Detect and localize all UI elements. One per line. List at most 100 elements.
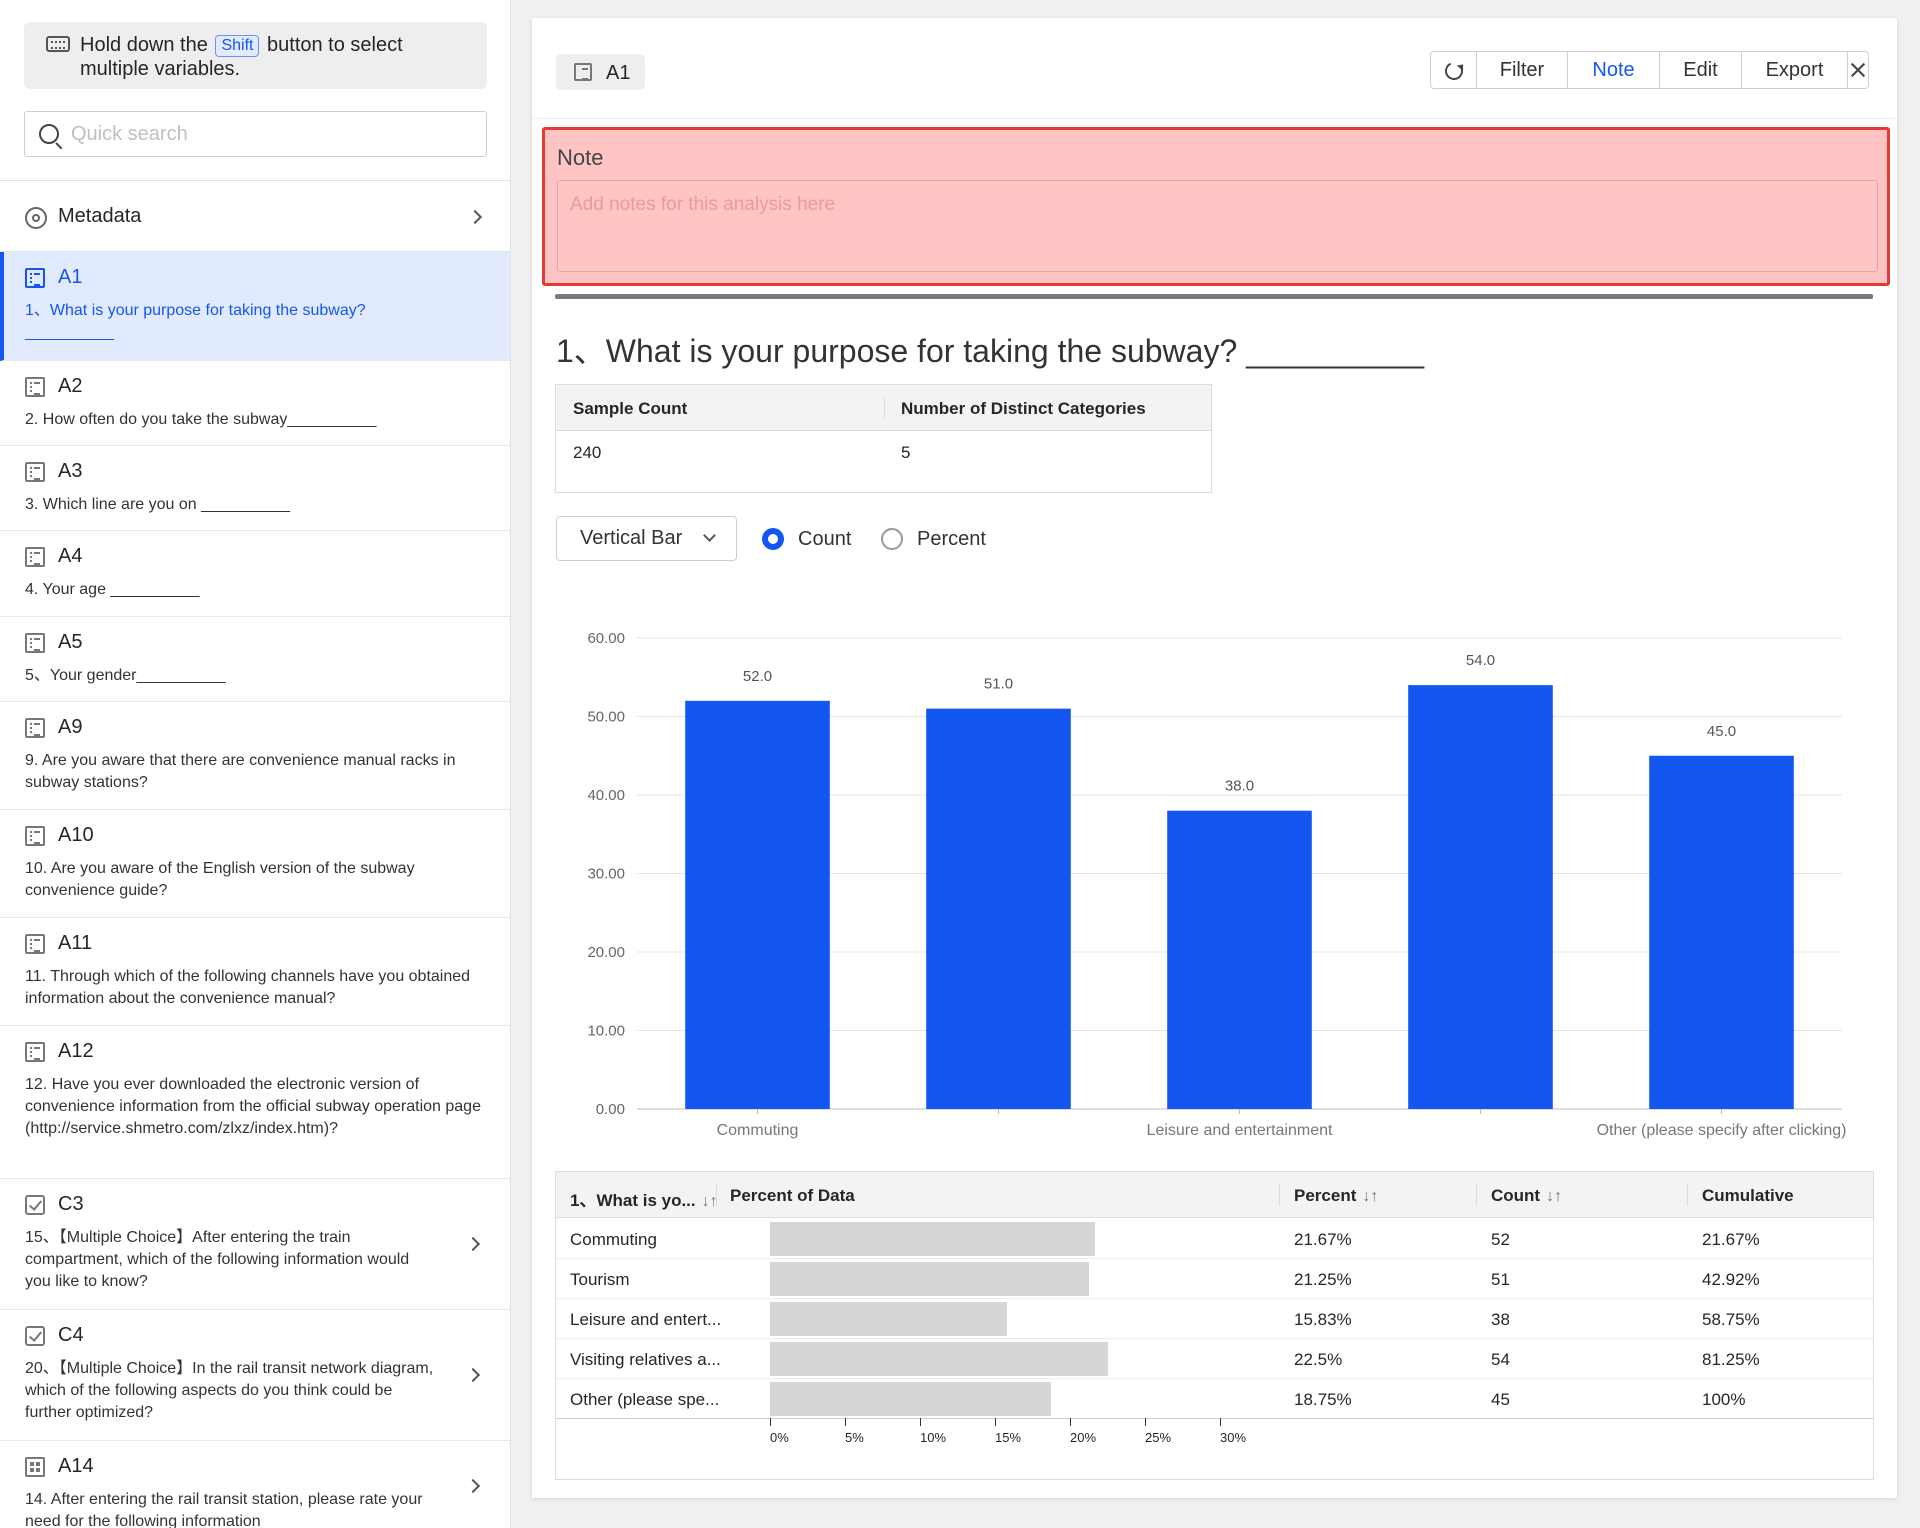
note-panel: Note (542, 127, 1890, 286)
variable-code: C4 (58, 1324, 84, 1346)
axis-tick (845, 1418, 846, 1426)
axis-tick (995, 1418, 996, 1426)
variable-question: 20、【Multiple Choice】In the rail transit … (25, 1360, 434, 1421)
freq-header-percent[interactable]: Percent ↓↑ (1294, 1186, 1378, 1206)
search-input[interactable] (71, 112, 471, 156)
bar (926, 708, 1071, 1109)
x-tick-label: Other (please specify after clicking) (1597, 1122, 1847, 1139)
percent-bar (770, 1382, 1052, 1416)
x-tick-label: Leisure and entertainment (1147, 1122, 1333, 1139)
close-icon (1850, 62, 1866, 78)
list-icon (574, 63, 592, 81)
checkbox-icon (25, 1195, 45, 1215)
list-icon (25, 826, 45, 846)
sort-icon: ↓↑ (1546, 1188, 1563, 1205)
variable-question: 1、What is your purpose for taking the su… (25, 302, 366, 341)
freq-header-count[interactable]: Count ↓↑ (1491, 1186, 1562, 1206)
list-icon (25, 1042, 45, 1062)
variable-list: A1 1、What is your purpose for taking the… (0, 252, 510, 1528)
axis-tick-label: 25% (1145, 1430, 1172, 1445)
close-button[interactable] (1848, 52, 1868, 88)
radio-count[interactable]: Count (762, 525, 851, 553)
edit-button[interactable]: Edit (1660, 52, 1742, 88)
variable-chip: A1 (556, 54, 645, 90)
percent-bar (770, 1342, 1108, 1376)
variable-question: 15、【Multiple Choice】After entering the t… (25, 1229, 410, 1290)
column-divider (884, 397, 885, 419)
variable-code: C3 (58, 1193, 84, 1215)
table-row[interactable]: Visiting relatives a... 22.5% 54 81.25% (556, 1339, 1873, 1379)
cell-count: 45 (1491, 1390, 1510, 1409)
frequency-table: 1、What is yo... ↓↑ Percent of Data Percen… (555, 1171, 1874, 1480)
note-textarea[interactable] (557, 180, 1878, 272)
question-title: 1、What is your purpose for taking the su… (556, 333, 1425, 369)
sidebar-item-a3[interactable]: A3 3. Which line are you on __________ (0, 446, 510, 531)
sidebar-item-a9[interactable]: A9 9. Are you aware that there are conve… (0, 702, 510, 810)
cell-count: 52 (1491, 1230, 1510, 1249)
list-icon (25, 718, 45, 738)
sidebar-item-a5[interactable]: A5 5、Your gender__________ (0, 617, 510, 702)
filter-button[interactable]: Filter (1477, 52, 1568, 88)
cell-category: Leisure and entert... (570, 1310, 722, 1329)
variable-code: A2 (58, 375, 83, 397)
freq-header-percent-label: Percent (1294, 1186, 1357, 1205)
variable-question: 5、Your gender__________ (25, 667, 226, 684)
sidebar-item-a1[interactable]: A1 1、What is your purpose for taking the… (0, 252, 510, 361)
shift-key-badge: Shift (215, 35, 260, 57)
list-icon (25, 462, 45, 482)
sidebar-item-a2[interactable]: A2 2. How often do you take the subway__… (0, 361, 510, 446)
sidebar-item-a4[interactable]: A4 4. Your age __________ (0, 531, 510, 617)
cell-cumulative: 42.92% (1702, 1270, 1760, 1289)
chevron-down-icon (703, 529, 716, 542)
sidebar-item-a12[interactable]: A12 12. Have you ever downloaded the ele… (0, 1026, 510, 1179)
refresh-button[interactable] (1431, 52, 1477, 88)
sidebar-item-a14[interactable]: A14 14. After entering the rail transit … (0, 1441, 510, 1528)
chevron-right-icon (465, 1367, 481, 1383)
cell-category: Commuting (570, 1230, 657, 1249)
column-divider (1476, 1184, 1477, 1206)
cell-count: 54 (1491, 1350, 1510, 1369)
bar (1408, 685, 1553, 1109)
summary-stats-table: Sample Count Number of Distinct Categori… (555, 384, 1212, 493)
variable-question: 4. Your age __________ (25, 581, 200, 598)
cell-category: Other (please spe... (570, 1390, 720, 1409)
axis-tick-label: 20% (1070, 1430, 1097, 1445)
export-button[interactable]: Export (1742, 52, 1848, 88)
sidebar-item-a11[interactable]: A11 11. Through which of the following c… (0, 918, 510, 1026)
y-tick-label: 40.00 (587, 787, 625, 804)
column-divider (1687, 1184, 1688, 1206)
quick-search[interactable] (24, 111, 487, 157)
variable-code: A1 (58, 266, 83, 288)
y-tick-label: 50.00 (587, 709, 625, 726)
table-bottom-divider (556, 1418, 1873, 1419)
sidebar-item-a10[interactable]: A10 10. Are you aware of the English ver… (0, 810, 510, 918)
sidebar-item-c3[interactable]: C3 15、【Multiple Choice】After entering th… (0, 1179, 510, 1310)
variable-question: 11. Through which of the following chann… (25, 968, 471, 1007)
freq-header-cumulative: Cumulative (1702, 1186, 1794, 1205)
column-divider (716, 1184, 717, 1206)
axis-tick (1070, 1418, 1071, 1426)
note-button[interactable]: Note (1568, 52, 1660, 88)
metadata-label: Metadata (58, 205, 142, 227)
radio-percent[interactable]: Percent (881, 525, 986, 553)
cell-percent: 21.67% (1294, 1230, 1352, 1249)
table-row[interactable]: Commuting 21.67% 52 21.67% (556, 1219, 1873, 1259)
cell-percent: 22.5% (1294, 1350, 1343, 1369)
table-row[interactable]: Leisure and entert... 15.83% 38 58.75% (556, 1299, 1873, 1339)
axis-tick (1145, 1418, 1146, 1426)
sidebar-item-c4[interactable]: C4 20、【Multiple Choice】In the rail trans… (0, 1310, 510, 1441)
metadata-item[interactable]: Metadata (0, 181, 510, 252)
y-tick-label: 30.00 (587, 866, 625, 883)
variable-question: 3. Which line are you on __________ (25, 496, 291, 513)
checkbox-icon (25, 1326, 45, 1346)
cell-category: Visiting relatives a... (570, 1350, 721, 1369)
freq-header-category[interactable]: 1、What is yo... ↓↑ (570, 1186, 718, 1211)
table-row[interactable]: Tourism 21.25% 51 42.92% (556, 1259, 1873, 1299)
variable-code: A4 (58, 545, 83, 567)
table-row[interactable]: Other (please spe... 18.75% 45 100% (556, 1379, 1873, 1419)
data-label: 52.0 (743, 668, 772, 685)
list-icon (25, 268, 45, 288)
list-icon (25, 934, 45, 954)
chart-type-select[interactable]: Vertical Bar (556, 516, 737, 561)
data-label: 38.0 (1225, 778, 1254, 795)
